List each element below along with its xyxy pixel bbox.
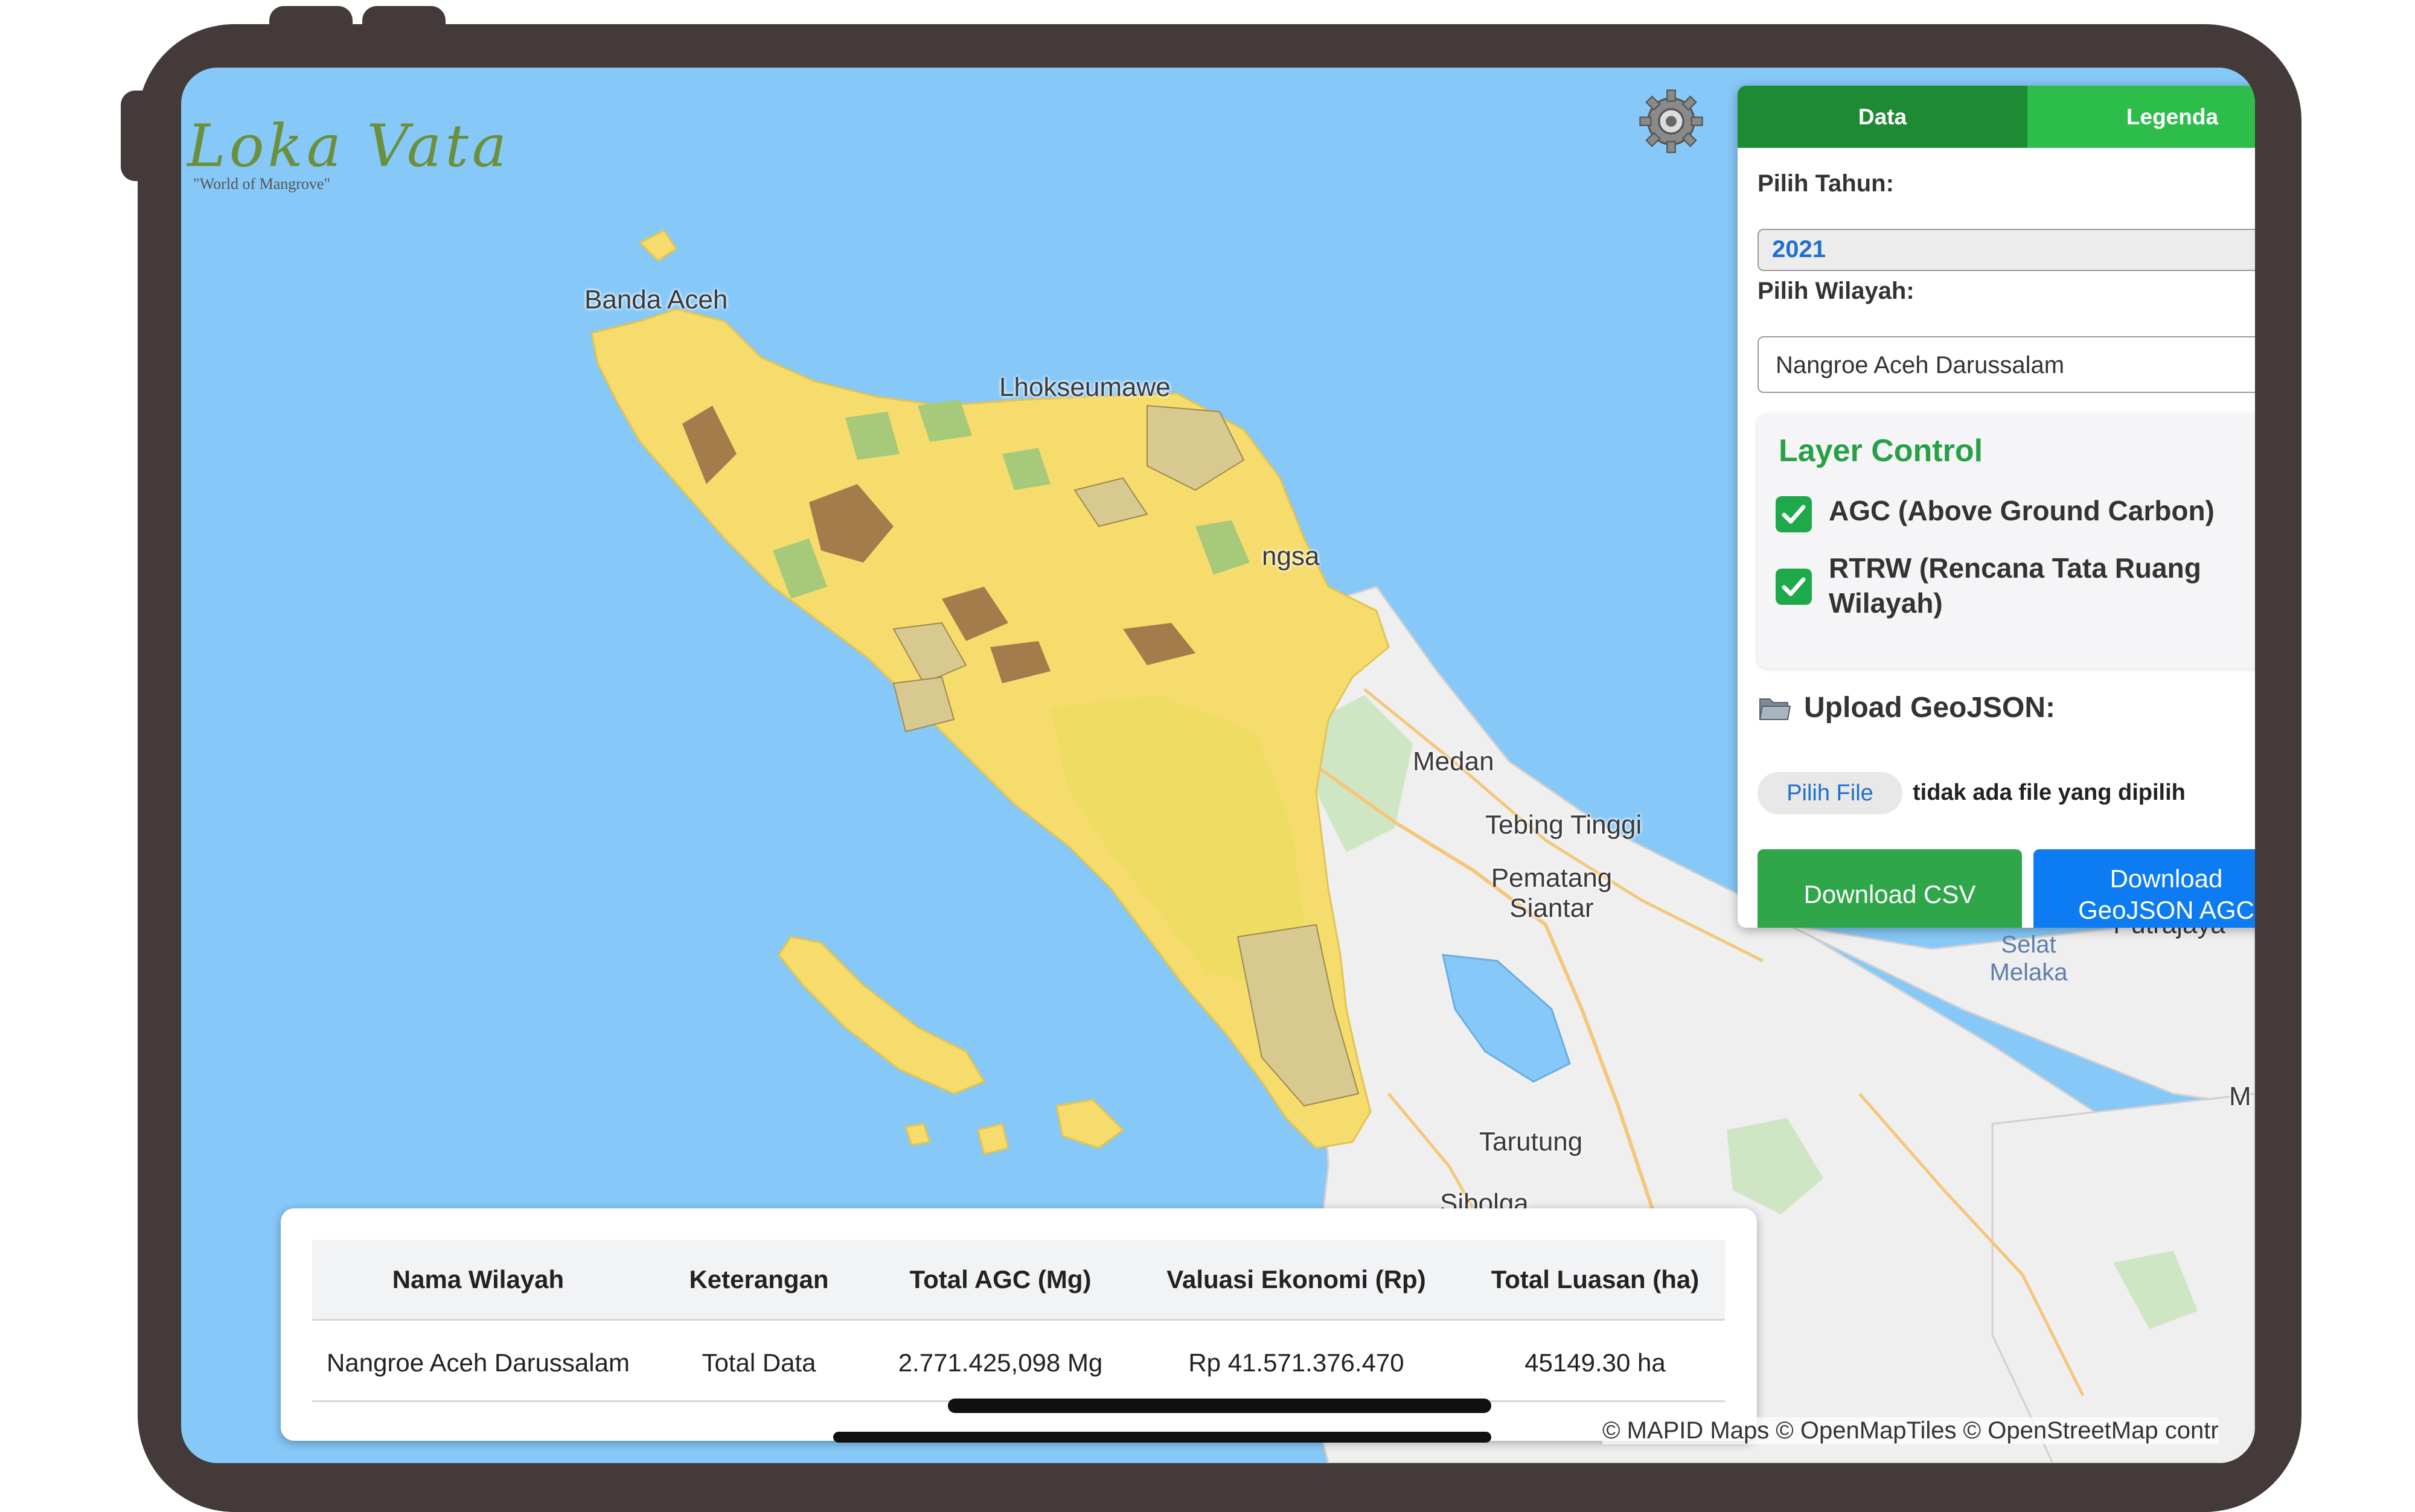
folder-icon [1759,698,1791,720]
logo-title: Loka Vata [187,112,511,180]
table-header-keterangan: Keterangan [689,1265,829,1293]
logo: Loka Vata "World of Mangrove" [187,117,510,193]
download-geojson-label: Download GeoJSON AGC [2078,863,2254,927]
screen: Banda Aceh Lhokseumawe ngsa Medan Tebing… [181,68,2255,1463]
table-header-luasan: Total Luasan (ha) [1491,1265,1700,1293]
water-label-line2: Melaka [1989,959,2068,986]
table-header-agc: Total AGC (Mg) [909,1265,1092,1293]
home-indicator[interactable] [833,1432,1491,1443]
place-tebing-tinggi: Tebing Tinggi [1485,810,1642,840]
check-icon [1782,577,1806,596]
place-pematang-siantar: Pematang Siantar [1482,863,1621,923]
layer-rtrw-label-line2: Wilayah) [1829,587,1943,619]
gear-icon[interactable] [1637,88,1705,155]
cell-luasan: 45149.30 ha [1524,1348,1666,1377]
tab-legenda[interactable]: Legenda [2027,86,2255,148]
place-medan: Medan [1413,747,1494,776]
choose-file-button[interactable]: Pilih File [1758,772,1902,814]
control-panel: Data Legenda Pilih Tahun: 2021 Pilih Wil… [1738,86,2255,928]
download-geojson-button[interactable]: Download GeoJSON AGC [2033,849,2255,928]
place-lhokseumawe: Lhokseumawe [999,372,1171,402]
place-banda-aceh: Banda Aceh [584,285,728,314]
download-geojson-line2: GeoJSON AGC [2078,896,2254,924]
island-simeulue [778,936,986,1095]
cell-valuasi: Rp 41.571.376.470 [1188,1348,1404,1377]
divider [312,1319,1725,1321]
cell-keterangan: Total Data [702,1348,816,1377]
file-status: tidak ada file yang dipilih [1913,780,2186,805]
island-small [904,1123,931,1146]
place-tarutung: Tarutung [1479,1127,1583,1156]
hardware-button [362,6,446,42]
place-langsa: ngsa [1262,541,1320,571]
horizontal-scrollbar[interactable] [948,1399,1491,1413]
island-small [977,1123,1009,1155]
map-attribution: © MAPID Maps © OpenMapTiles © OpenStreet… [1602,1417,2219,1444]
cell-agc: 2.771.425,098 Mg [898,1348,1103,1377]
year-label: Pilih Tahun: [1758,170,1894,197]
layer-rtrw-label-line1: RTRW (Rencana Tata Ruang [1829,552,2201,584]
download-geojson-line1: Download [2110,864,2223,893]
island-banyak [1055,1099,1125,1149]
table-header-nama: Nama Wilayah [392,1265,565,1293]
hardware-button [269,6,353,42]
place-edge-m: M [2229,1082,2251,1111]
layer-control-title: Layer Control [1779,433,1983,468]
place-pematang-line1: Pematang [1491,863,1613,893]
layer-rtrw-label: RTRW (Rencana Tata Ruang Wilayah) [1829,550,2201,620]
place-pematang-line2: Siantar [1509,893,1594,923]
region-select[interactable]: Nangroe Aceh Darussalam [1758,336,2255,393]
layer-agc-label: AGC (Above Ground Carbon) [1829,495,2215,526]
hardware-button [121,91,157,181]
tab-data[interactable]: Data [1738,86,2027,148]
water-label-line1: Selat [2001,931,2056,958]
layer-rtrw-checkbox[interactable] [1776,569,1812,605]
panel-tabs: Data Legenda [1738,86,2255,148]
year-select[interactable]: 2021 [1758,229,2255,271]
upload-geojson-label: Upload GeoJSON: [1804,692,2056,724]
layer-agc-checkbox[interactable] [1776,496,1812,532]
island-weh [638,229,678,262]
table-header-valuasi: Valuasi Ekonomi (Rp) [1166,1265,1426,1293]
check-icon [1782,505,1806,524]
water-label-selat-melaka: Selat Melaka [1974,931,2083,986]
download-csv-button[interactable]: Download CSV [1758,849,2022,928]
layer-control: Layer Control AGC (Above Ground Carbon) … [1758,415,2255,668]
cell-nama: Nangroe Aceh Darussalam [327,1348,630,1377]
region-label: Pilih Wilayah: [1758,278,1914,304]
